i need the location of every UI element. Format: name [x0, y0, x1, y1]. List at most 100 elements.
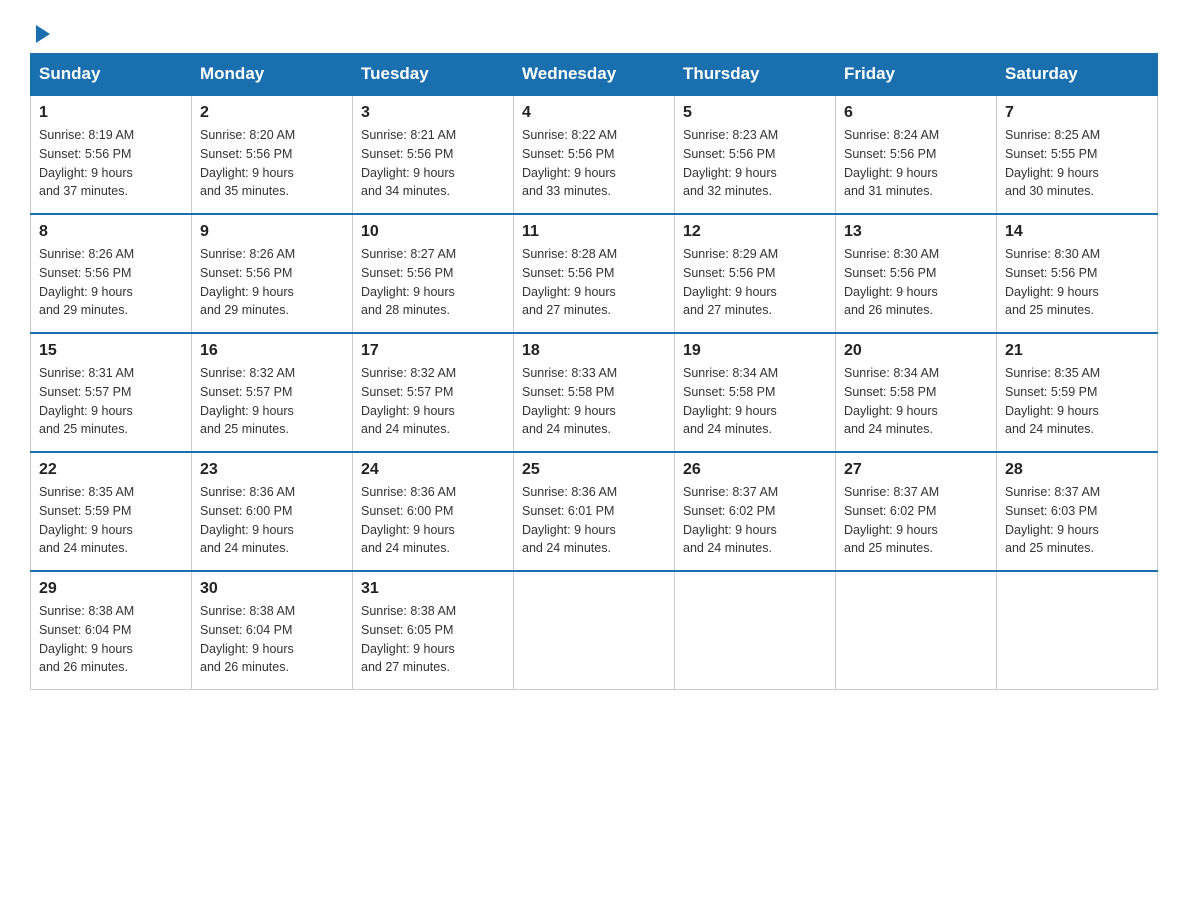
calendar-cell: 17 Sunrise: 8:32 AM Sunset: 5:57 PM Dayl… — [353, 333, 514, 452]
calendar-header-saturday: Saturday — [997, 54, 1158, 96]
day-info: Sunrise: 8:33 AM Sunset: 5:58 PM Dayligh… — [522, 364, 666, 439]
day-info: Sunrise: 8:28 AM Sunset: 5:56 PM Dayligh… — [522, 245, 666, 320]
calendar-cell: 27 Sunrise: 8:37 AM Sunset: 6:02 PM Dayl… — [836, 452, 997, 571]
day-number: 13 — [844, 223, 988, 241]
day-number: 17 — [361, 342, 505, 360]
calendar-cell: 15 Sunrise: 8:31 AM Sunset: 5:57 PM Dayl… — [31, 333, 192, 452]
day-info: Sunrise: 8:24 AM Sunset: 5:56 PM Dayligh… — [844, 126, 988, 201]
calendar-cell: 11 Sunrise: 8:28 AM Sunset: 5:56 PM Dayl… — [514, 214, 675, 333]
day-info: Sunrise: 8:36 AM Sunset: 6:00 PM Dayligh… — [200, 483, 344, 558]
page-header — [30, 20, 1158, 43]
calendar-cell — [997, 571, 1158, 690]
day-info: Sunrise: 8:38 AM Sunset: 6:04 PM Dayligh… — [39, 602, 183, 677]
calendar-week-row: 8 Sunrise: 8:26 AM Sunset: 5:56 PM Dayli… — [31, 214, 1158, 333]
day-info: Sunrise: 8:37 AM Sunset: 6:03 PM Dayligh… — [1005, 483, 1149, 558]
day-info: Sunrise: 8:20 AM Sunset: 5:56 PM Dayligh… — [200, 126, 344, 201]
calendar-week-row: 15 Sunrise: 8:31 AM Sunset: 5:57 PM Dayl… — [31, 333, 1158, 452]
calendar-cell — [514, 571, 675, 690]
day-info: Sunrise: 8:35 AM Sunset: 5:59 PM Dayligh… — [39, 483, 183, 558]
day-info: Sunrise: 8:31 AM Sunset: 5:57 PM Dayligh… — [39, 364, 183, 439]
day-number: 30 — [200, 580, 344, 598]
day-number: 26 — [683, 461, 827, 479]
day-number: 22 — [39, 461, 183, 479]
day-number: 3 — [361, 104, 505, 122]
logo — [30, 20, 50, 43]
day-info: Sunrise: 8:23 AM Sunset: 5:56 PM Dayligh… — [683, 126, 827, 201]
calendar-header-monday: Monday — [192, 54, 353, 96]
day-info: Sunrise: 8:37 AM Sunset: 6:02 PM Dayligh… — [683, 483, 827, 558]
calendar-cell: 9 Sunrise: 8:26 AM Sunset: 5:56 PM Dayli… — [192, 214, 353, 333]
day-number: 14 — [1005, 223, 1149, 241]
calendar-header-thursday: Thursday — [675, 54, 836, 96]
calendar-week-row: 29 Sunrise: 8:38 AM Sunset: 6:04 PM Dayl… — [31, 571, 1158, 690]
day-info: Sunrise: 8:35 AM Sunset: 5:59 PM Dayligh… — [1005, 364, 1149, 439]
calendar-cell: 10 Sunrise: 8:27 AM Sunset: 5:56 PM Dayl… — [353, 214, 514, 333]
calendar-cell: 23 Sunrise: 8:36 AM Sunset: 6:00 PM Dayl… — [192, 452, 353, 571]
calendar-header-sunday: Sunday — [31, 54, 192, 96]
calendar-cell: 5 Sunrise: 8:23 AM Sunset: 5:56 PM Dayli… — [675, 95, 836, 214]
day-info: Sunrise: 8:22 AM Sunset: 5:56 PM Dayligh… — [522, 126, 666, 201]
day-info: Sunrise: 8:38 AM Sunset: 6:04 PM Dayligh… — [200, 602, 344, 677]
day-number: 20 — [844, 342, 988, 360]
day-number: 28 — [1005, 461, 1149, 479]
calendar-cell: 29 Sunrise: 8:38 AM Sunset: 6:04 PM Dayl… — [31, 571, 192, 690]
day-info: Sunrise: 8:32 AM Sunset: 5:57 PM Dayligh… — [361, 364, 505, 439]
day-number: 1 — [39, 104, 183, 122]
day-number: 4 — [522, 104, 666, 122]
day-number: 12 — [683, 223, 827, 241]
calendar-header-friday: Friday — [836, 54, 997, 96]
day-info: Sunrise: 8:36 AM Sunset: 6:01 PM Dayligh… — [522, 483, 666, 558]
day-number: 6 — [844, 104, 988, 122]
day-info: Sunrise: 8:26 AM Sunset: 5:56 PM Dayligh… — [39, 245, 183, 320]
calendar-cell: 1 Sunrise: 8:19 AM Sunset: 5:56 PM Dayli… — [31, 95, 192, 214]
day-number: 23 — [200, 461, 344, 479]
day-number: 27 — [844, 461, 988, 479]
day-info: Sunrise: 8:34 AM Sunset: 5:58 PM Dayligh… — [683, 364, 827, 439]
day-info: Sunrise: 8:25 AM Sunset: 5:55 PM Dayligh… — [1005, 126, 1149, 201]
calendar-cell: 30 Sunrise: 8:38 AM Sunset: 6:04 PM Dayl… — [192, 571, 353, 690]
calendar-cell: 20 Sunrise: 8:34 AM Sunset: 5:58 PM Dayl… — [836, 333, 997, 452]
day-number: 24 — [361, 461, 505, 479]
day-info: Sunrise: 8:37 AM Sunset: 6:02 PM Dayligh… — [844, 483, 988, 558]
day-number: 21 — [1005, 342, 1149, 360]
day-number: 16 — [200, 342, 344, 360]
calendar-cell: 3 Sunrise: 8:21 AM Sunset: 5:56 PM Dayli… — [353, 95, 514, 214]
day-info: Sunrise: 8:21 AM Sunset: 5:56 PM Dayligh… — [361, 126, 505, 201]
day-number: 11 — [522, 223, 666, 241]
logo-arrow-icon — [36, 25, 50, 43]
day-info: Sunrise: 8:19 AM Sunset: 5:56 PM Dayligh… — [39, 126, 183, 201]
calendar-cell: 22 Sunrise: 8:35 AM Sunset: 5:59 PM Dayl… — [31, 452, 192, 571]
calendar-cell: 18 Sunrise: 8:33 AM Sunset: 5:58 PM Dayl… — [514, 333, 675, 452]
calendar-cell: 4 Sunrise: 8:22 AM Sunset: 5:56 PM Dayli… — [514, 95, 675, 214]
calendar-cell: 16 Sunrise: 8:32 AM Sunset: 5:57 PM Dayl… — [192, 333, 353, 452]
calendar-cell: 24 Sunrise: 8:36 AM Sunset: 6:00 PM Dayl… — [353, 452, 514, 571]
day-number: 18 — [522, 342, 666, 360]
calendar-week-row: 22 Sunrise: 8:35 AM Sunset: 5:59 PM Dayl… — [31, 452, 1158, 571]
day-number: 25 — [522, 461, 666, 479]
calendar-cell: 8 Sunrise: 8:26 AM Sunset: 5:56 PM Dayli… — [31, 214, 192, 333]
day-number: 9 — [200, 223, 344, 241]
day-number: 19 — [683, 342, 827, 360]
day-number: 8 — [39, 223, 183, 241]
day-info: Sunrise: 8:27 AM Sunset: 5:56 PM Dayligh… — [361, 245, 505, 320]
calendar-header-wednesday: Wednesday — [514, 54, 675, 96]
calendar-header-row: SundayMondayTuesdayWednesdayThursdayFrid… — [31, 54, 1158, 96]
calendar-cell: 26 Sunrise: 8:37 AM Sunset: 6:02 PM Dayl… — [675, 452, 836, 571]
logo-blue-text — [30, 25, 50, 43]
day-info: Sunrise: 8:26 AM Sunset: 5:56 PM Dayligh… — [200, 245, 344, 320]
day-number: 5 — [683, 104, 827, 122]
calendar-cell: 21 Sunrise: 8:35 AM Sunset: 5:59 PM Dayl… — [997, 333, 1158, 452]
day-info: Sunrise: 8:30 AM Sunset: 5:56 PM Dayligh… — [1005, 245, 1149, 320]
calendar-table: SundayMondayTuesdayWednesdayThursdayFrid… — [30, 53, 1158, 690]
day-info: Sunrise: 8:38 AM Sunset: 6:05 PM Dayligh… — [361, 602, 505, 677]
calendar-cell: 13 Sunrise: 8:30 AM Sunset: 5:56 PM Dayl… — [836, 214, 997, 333]
day-number: 10 — [361, 223, 505, 241]
day-number: 2 — [200, 104, 344, 122]
day-info: Sunrise: 8:34 AM Sunset: 5:58 PM Dayligh… — [844, 364, 988, 439]
calendar-cell: 7 Sunrise: 8:25 AM Sunset: 5:55 PM Dayli… — [997, 95, 1158, 214]
day-number: 31 — [361, 580, 505, 598]
day-info: Sunrise: 8:30 AM Sunset: 5:56 PM Dayligh… — [844, 245, 988, 320]
calendar-cell: 25 Sunrise: 8:36 AM Sunset: 6:01 PM Dayl… — [514, 452, 675, 571]
day-info: Sunrise: 8:32 AM Sunset: 5:57 PM Dayligh… — [200, 364, 344, 439]
day-info: Sunrise: 8:36 AM Sunset: 6:00 PM Dayligh… — [361, 483, 505, 558]
